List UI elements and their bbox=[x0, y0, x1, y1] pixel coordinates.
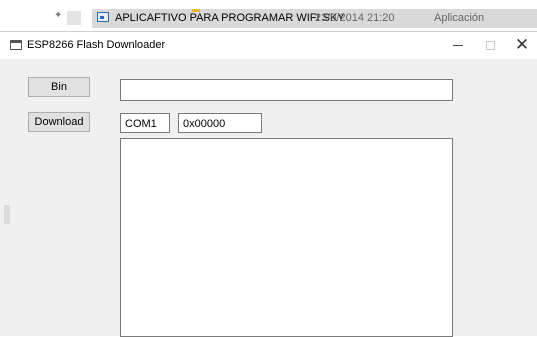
file-type: Aplicación bbox=[434, 12, 485, 24]
window-title: ESP8266 Flash Downloader bbox=[27, 39, 166, 51]
file-date: 23/9/2014 21:20 bbox=[315, 12, 395, 24]
explorer-file-row[interactable]: APLICAFTIVO PARA PROGRAMAR WIFI SKY 23/9… bbox=[92, 9, 537, 28]
file-name: APLICAFTIVO PARA PROGRAMAR WIFI SKY bbox=[115, 12, 345, 24]
minimize-button[interactable] bbox=[440, 32, 476, 59]
log-output-area[interactable] bbox=[120, 138, 453, 337]
background-scroll-edge bbox=[4, 205, 10, 224]
com-port-input[interactable]: COM1 bbox=[120, 113, 170, 133]
title-bar[interactable]: ESP8266 Flash Downloader ✕ bbox=[0, 32, 537, 59]
address-input[interactable]: 0x00000 bbox=[178, 113, 262, 133]
close-icon: ✕ bbox=[514, 35, 530, 55]
explorer-background: ✦ APLICAFTIVO PARA PROGRAMAR WIFI SKY 23… bbox=[0, 0, 537, 32]
explorer-thumbnail bbox=[67, 11, 81, 25]
bin-button[interactable]: Bin bbox=[28, 77, 90, 97]
minimize-icon bbox=[453, 45, 463, 46]
maximize-icon bbox=[485, 41, 495, 50]
bin-path-input[interactable] bbox=[120, 79, 453, 101]
close-button[interactable]: ✕ bbox=[504, 32, 537, 59]
download-button[interactable]: Download bbox=[28, 112, 90, 132]
window-app-icon bbox=[10, 40, 22, 50]
window-client-area: Bin Download COM1 0x00000 bbox=[0, 59, 537, 337]
maximize-button[interactable] bbox=[472, 32, 508, 59]
pin-icon: ✦ bbox=[54, 10, 63, 21]
application-icon bbox=[97, 12, 109, 22]
flash-downloader-window: ESP8266 Flash Downloader ✕ Bin Download … bbox=[0, 31, 537, 337]
